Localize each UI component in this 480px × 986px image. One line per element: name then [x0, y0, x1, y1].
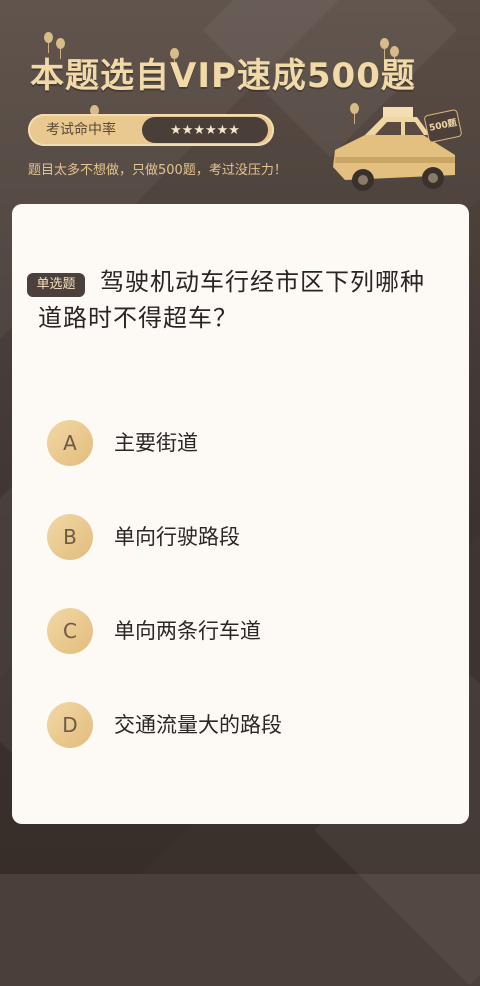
option-letter: C: [47, 608, 93, 654]
option-label: 单向行驶路段: [114, 525, 240, 549]
banner-title: 本题选自VIP速成500题: [30, 56, 416, 96]
option-letter: B: [47, 514, 93, 560]
question-text: 驾驶机动车行经市区下列哪种道路时不得超车？: [38, 268, 425, 332]
hit-rate-label: 考试命中率: [46, 122, 116, 138]
option-c[interactable]: C 单向两条行车道: [47, 608, 427, 654]
option-label: 主要街道: [114, 431, 198, 455]
option-label: 交通流量大的路段: [114, 713, 282, 737]
banner-slogan: 题目太多不想做，只做500题，考过没压力！: [28, 163, 287, 178]
vip-promo-banner[interactable]: 本题选自VIP速成500题 考试命中率 ★★★★★★ 题目太多不想做，只做500…: [0, 0, 480, 210]
car-icon: [333, 107, 455, 191]
balloon-icon: [44, 32, 53, 53]
option-b[interactable]: B 单向行驶路段: [47, 514, 427, 560]
option-letter: A: [47, 420, 93, 466]
option-a[interactable]: A 主要街道: [47, 420, 427, 466]
question-card: 单选题 驾驶机动车行经市区下列哪种道路时不得超车？ A 主要街道 B 单向行驶路…: [12, 204, 469, 824]
option-letter: D: [47, 702, 93, 748]
option-d[interactable]: D 交通流量大的路段: [47, 702, 427, 748]
option-label: 单向两条行车道: [114, 619, 261, 643]
star-rating: ★★★★★★: [142, 117, 268, 143]
hit-rate-pill: 考试命中率 ★★★★★★: [28, 114, 274, 146]
